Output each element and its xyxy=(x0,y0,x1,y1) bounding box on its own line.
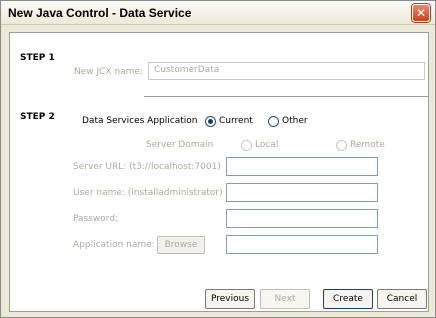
cancel-button[interactable]: Cancel xyxy=(377,289,427,309)
radio-other-label[interactable]: Other xyxy=(282,116,308,126)
next-button: Next xyxy=(260,289,310,309)
jcx-name-label: New JCX name: xyxy=(74,67,144,77)
dialog-window: New Java Control - Data Service ✕ STEP 1… xyxy=(0,0,436,318)
app-label: Data Services Application xyxy=(82,116,198,126)
step2-label: STEP 2 xyxy=(20,112,55,122)
create-button[interactable]: Create xyxy=(323,289,373,309)
jcx-name-field: CustomerData xyxy=(148,62,425,80)
username-input[interactable] xyxy=(226,183,378,202)
radio-other[interactable] xyxy=(268,116,279,127)
jcx-name-value: CustomerData xyxy=(154,65,220,75)
radio-current-label[interactable]: Current xyxy=(219,116,253,126)
server-url-input[interactable] xyxy=(226,157,378,176)
browse-button[interactable]: Browse xyxy=(157,236,205,254)
step-divider xyxy=(144,96,428,97)
app-name-label: Application name: xyxy=(73,240,155,250)
radio-remote xyxy=(336,140,347,151)
radio-remote-label: Remote xyxy=(350,140,385,150)
title-bar[interactable]: New Java Control - Data Service ✕ xyxy=(1,1,435,25)
radio-current[interactable] xyxy=(205,116,216,127)
password-label: Password: xyxy=(73,214,119,224)
close-button[interactable]: ✕ xyxy=(412,4,430,22)
server-url-label: Server URL: (t3://localhost:7001) xyxy=(73,162,221,172)
wizard-panel: STEP 1 New JCX name: CustomerData STEP 2… xyxy=(9,32,429,312)
username-label: User name: (installadministrator) xyxy=(73,188,223,198)
password-input[interactable] xyxy=(226,209,378,228)
app-name-input[interactable] xyxy=(226,235,378,254)
server-domain-label: Server Domain xyxy=(146,140,214,150)
radio-local xyxy=(241,140,252,151)
radio-local-label: Local xyxy=(255,140,279,150)
window-title: New Java Control - Data Service xyxy=(8,6,192,20)
radio-dot xyxy=(208,119,213,124)
previous-button[interactable]: Previous xyxy=(205,289,255,309)
step1-label: STEP 1 xyxy=(20,53,55,63)
close-icon: ✕ xyxy=(415,6,427,20)
